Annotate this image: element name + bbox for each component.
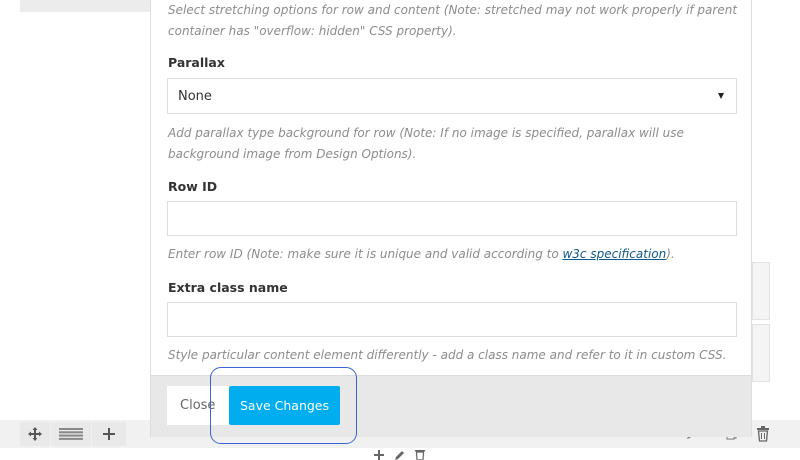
row-id-help-after: ). (666, 247, 675, 261)
parallax-select[interactable]: None (167, 78, 737, 114)
add-icon[interactable] (92, 422, 126, 446)
editor-right-block (752, 324, 770, 382)
row-settings-modal: Select stretching options for row and co… (150, 0, 752, 437)
row-id-help-text: Enter row ID (Note: make sure it is uniq… (168, 244, 738, 265)
parallax-selected-value: None (178, 88, 212, 104)
dropdown-arrow-icon (718, 93, 724, 99)
editor-right-block (752, 262, 770, 320)
editor-left-panel (0, 0, 150, 420)
parallax-label: Parallax (168, 55, 225, 70)
move-icon[interactable] (20, 422, 50, 446)
parallax-help-text: Add parallax type background for row (No… (168, 126, 684, 161)
extra-class-label: Extra class name (168, 280, 288, 295)
editor-left-topbar (20, 0, 150, 12)
save-changes-button[interactable]: Save Changes (229, 386, 340, 425)
stretch-help-text: Select stretching options for row and co… (168, 3, 738, 38)
row-id-help-before: Enter row ID (Note: make sure it is uniq… (168, 247, 563, 261)
delete-icon[interactable] (413, 449, 427, 460)
delete-icon[interactable] (753, 424, 773, 444)
modal-body: Select stretching options for row and co… (151, 0, 751, 375)
modal-footer: Close Save Changes (151, 375, 751, 437)
column-layout-icon[interactable] (51, 422, 91, 446)
row-id-label: Row ID (168, 179, 218, 194)
w3c-specification-link[interactable]: w3c specification (562, 247, 666, 261)
add-icon[interactable] (372, 449, 386, 460)
extra-class-input[interactable] (167, 302, 737, 337)
extra-class-help-text: Style particular content element differe… (168, 348, 727, 362)
row-id-input[interactable] (167, 201, 737, 236)
edit-icon[interactable] (393, 449, 407, 460)
